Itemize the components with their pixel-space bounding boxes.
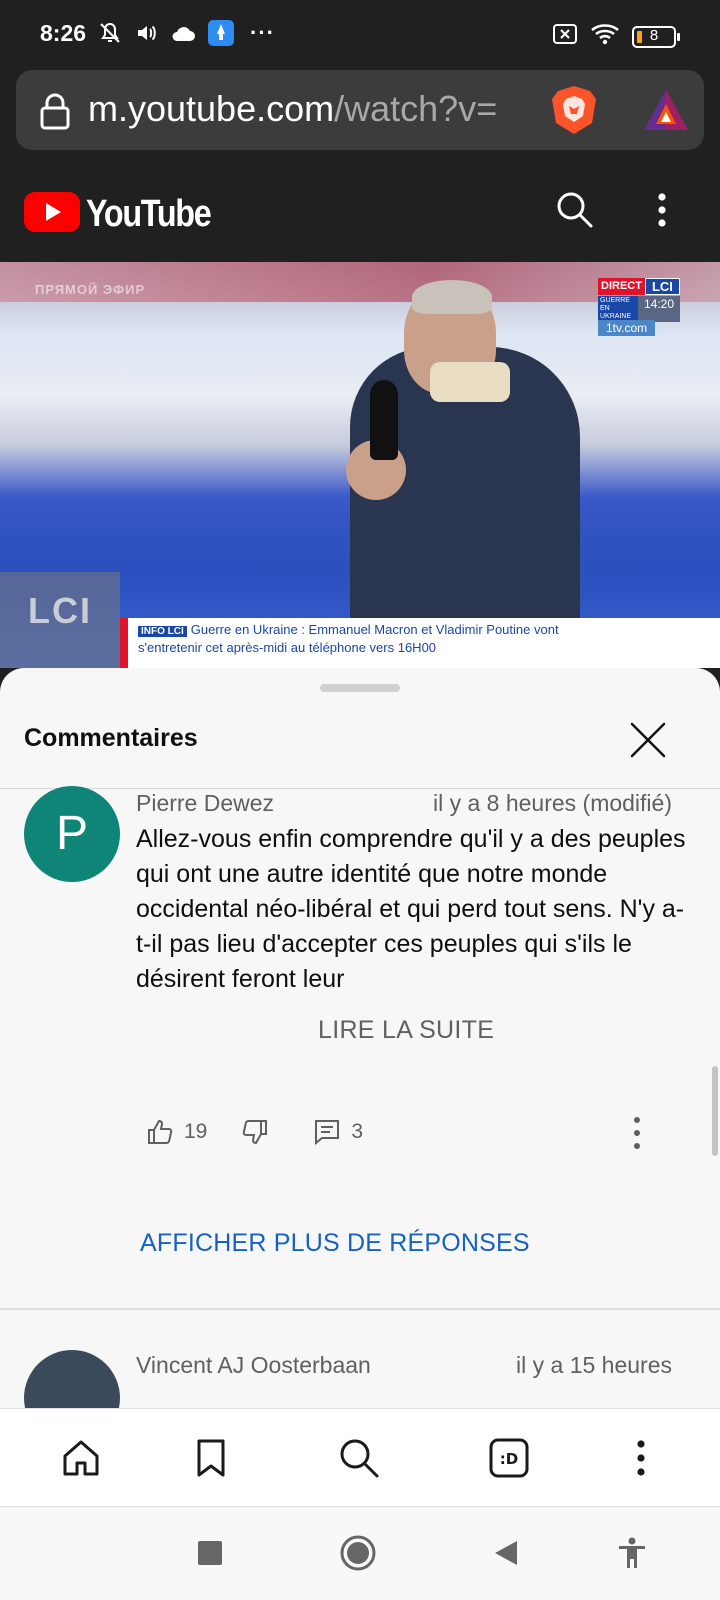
live-badge: DIRECT LCI GUERRE EN UKRAINE 14:20 [598,278,681,322]
status-bar: 8:26 ··· 8 [0,0,720,70]
url-host: m.youtube.com [88,88,335,129]
comment-separator [0,1308,720,1310]
comment-options-icon[interactable] [632,1116,642,1155]
search-icon[interactable] [334,1433,384,1483]
home-icon[interactable] [56,1433,106,1483]
channel-watermark: LCI [0,572,120,668]
video-overlay-text: ПРЯМОЙ ЭФИР [35,282,146,297]
comments-panel: Commentaires P Pierre Dewez il y a 8 heu… [0,668,720,1408]
badge-guerre: GUERRE EN UKRAINE [598,296,638,322]
thumb-up-icon [148,1119,173,1144]
divider [0,788,720,789]
reply-button[interactable]: 3 [313,1118,363,1146]
show-more-replies-button[interactable]: AFFICHER PLUS DE RÉPONSES [140,1229,530,1258]
ticker-line2: s'entretenir cet après-midi au téléphone… [138,640,437,655]
url-text[interactable]: m.youtube.com/watch?v= [88,88,528,130]
address-bar[interactable]: m.youtube.com/watch?v= [16,70,704,150]
lock-icon[interactable] [38,92,72,135]
avatar[interactable] [24,1350,120,1408]
search-icon[interactable] [555,190,595,235]
home-nav-icon[interactable] [338,1533,378,1573]
status-icons-left: ··· [98,20,275,46]
read-more-button[interactable]: LIRE LA SUITE [318,1016,494,1045]
tabs-icon[interactable]: :D [484,1433,534,1483]
svg-text::D: :D [500,1450,518,1468]
comment-icon [315,1120,340,1146]
status-icons-right: 8 [552,22,680,51]
browser-toolbar: :D [0,1408,720,1506]
video-player[interactable]: ПРЯМОЙ ЭФИР LCI DIRECT LCI GUERRE EN UKR… [0,262,720,668]
badge-time: 14:20 [638,296,681,322]
like-button[interactable]: 19 [146,1118,207,1146]
badge-direct: DIRECT [598,278,645,295]
ticker-line1: Guerre en Ukraine : Emmanuel Macron et V… [190,622,559,637]
comment-author[interactable]: Vincent AJ Oosterbaan [136,1352,371,1379]
url-path: /watch?v= [334,88,498,129]
close-icon[interactable] [626,718,670,762]
dislike-button[interactable] [241,1118,269,1146]
kebab-menu-icon[interactable] [656,192,668,233]
comment-time: il y a 15 heures [516,1352,672,1378]
youtube-logo[interactable]: YouTube [24,192,232,237]
brave-rewards-icon[interactable] [642,88,690,137]
app-notification-icon [208,20,234,46]
youtube-brand: YouTube [86,193,212,235]
battery-level: 8 [649,26,659,44]
bell-off-icon [98,21,122,45]
tv-channel-label: 1tv.com [598,320,656,336]
badge-lci: LCI [644,278,680,295]
comment-author[interactable]: Pierre Dewez [136,790,274,817]
system-navigation-bar [0,1506,720,1600]
avatar[interactable]: P [24,786,120,882]
brave-shields-icon[interactable] [550,84,598,141]
wifi-icon [590,22,620,51]
more-notifications-icon: ··· [250,20,275,45]
news-ticker: INFO LCI Guerre en Ukraine : Emmanuel Mac… [128,618,720,668]
bookmark-icon[interactable] [186,1433,236,1483]
comment-actions: 19 3 [146,1118,363,1146]
battery-indicator: 8 [632,25,680,48]
volume-icon [134,21,158,45]
youtube-header: YouTube [0,160,720,260]
microphone [370,380,398,460]
status-time: 8:26 [40,20,87,46]
accessibility-icon[interactable] [612,1533,652,1573]
back-icon[interactable] [486,1533,526,1573]
like-count: 19 [184,1120,208,1143]
thumb-down-icon [243,1120,268,1145]
cloud-icon [170,23,196,43]
drag-handle[interactable] [320,684,400,692]
comment-time: il y a 8 heures (modifié) [432,790,672,816]
youtube-play-icon [24,192,80,237]
scrollbar[interactable] [712,1066,718,1156]
browser-menu-icon[interactable] [616,1433,666,1483]
comment-text: Allez-vous enfin comprendre qu'il y a de… [136,825,686,992]
ticker-tag: INFO LCI [138,626,187,637]
recents-icon[interactable] [190,1533,230,1573]
panel-title: Commentaires [24,724,198,752]
reply-count: 3 [351,1120,364,1143]
sim-off-icon [552,23,578,50]
